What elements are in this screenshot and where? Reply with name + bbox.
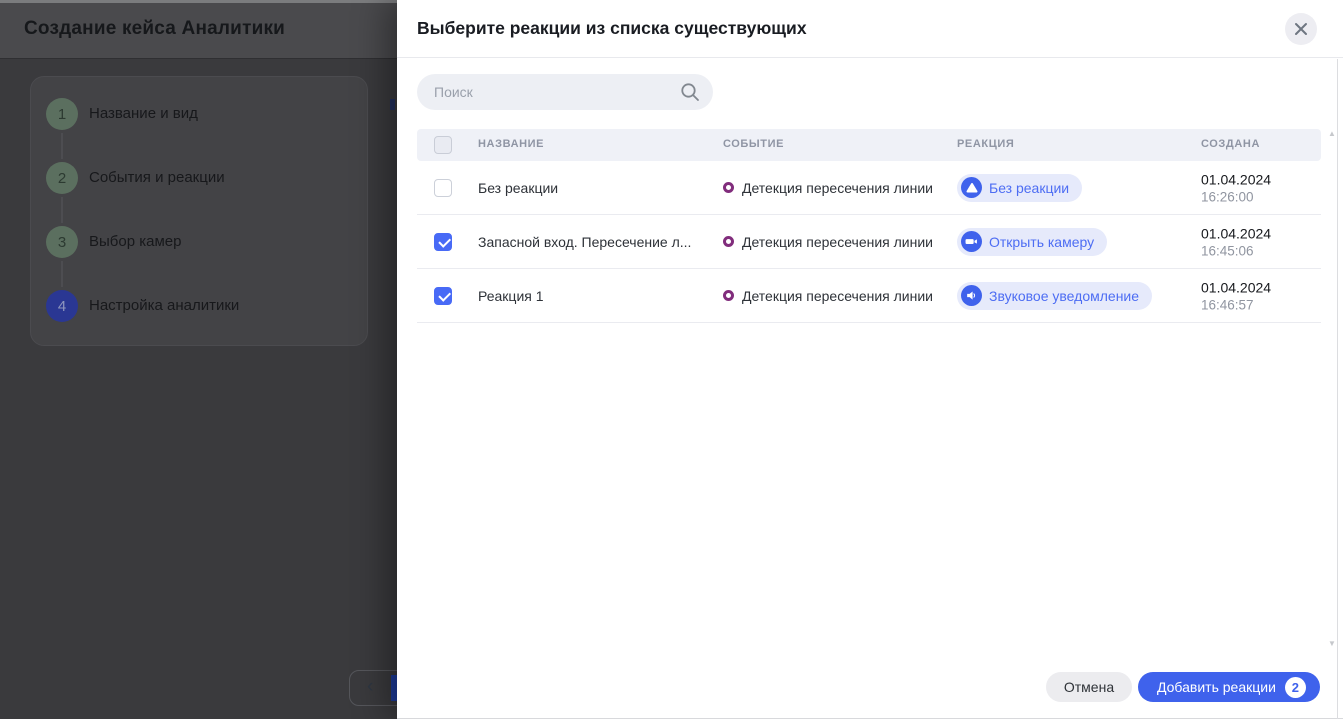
event-cell: Детекция пересечения линии: [723, 234, 933, 250]
row-checkbox[interactable]: [434, 232, 452, 251]
event-cell: Детекция пересечения линии: [723, 180, 933, 196]
reaction-name: Запасной вход. Пересечение л...: [478, 233, 692, 250]
created-date: 01.04.2024: [1201, 171, 1272, 187]
step-connector: [61, 261, 63, 287]
created-date: 01.04.2024: [1201, 279, 1272, 295]
search-field: [417, 74, 713, 110]
step-label: События и реакции: [89, 169, 225, 186]
reaction-badge: Звуковое уведомление: [957, 281, 1153, 310]
stepper-step-name-and-type[interactable]: 1 Название и вид: [31, 98, 369, 130]
reaction-badge-label: Звуковое уведомление: [989, 287, 1140, 304]
step-number-circle: 2: [46, 162, 78, 194]
row-checkbox[interactable]: [434, 286, 452, 305]
add-reactions-button[interactable]: Добавить реакции 2: [1138, 672, 1320, 702]
table-row[interactable]: Без реакции Детекция пересечения линии Б…: [417, 161, 1321, 215]
column-header-event: СОБЫТИЕ: [723, 138, 785, 150]
reaction-name: Без реакции: [478, 179, 559, 196]
add-reactions-label: Добавить реакции: [1157, 679, 1276, 695]
step-number-circle: 1: [46, 98, 78, 130]
reaction-name: Реакция 1: [478, 287, 544, 304]
step-number-circle: 3: [46, 226, 78, 258]
select-all-checkbox[interactable]: [434, 136, 452, 154]
scroll-down-icon[interactable]: ▼: [1325, 639, 1339, 648]
created-time: 16:45:06: [1201, 243, 1254, 258]
modal-header: Выберите реакции из списка существующих: [397, 0, 1343, 58]
row-checkbox[interactable]: [434, 178, 452, 197]
search-icon: [681, 83, 699, 101]
event-ring-icon: [723, 290, 734, 301]
event-ring-icon: [723, 182, 734, 193]
created-time: 16:26:00: [1201, 189, 1254, 204]
reaction-badge: Открыть камеру: [957, 227, 1108, 256]
reaction-badge-label: Без реакции: [989, 179, 1070, 196]
clipped-underlying-content: [390, 99, 395, 110]
step-label: Название и вид: [89, 105, 198, 122]
table-row[interactable]: Запасной вход. Пересечение л... Детекция…: [417, 215, 1321, 269]
scrollbar-track[interactable]: [1337, 59, 1338, 719]
search-input[interactable]: [417, 74, 713, 110]
cancel-button[interactable]: Отмена: [1046, 672, 1132, 702]
modal-title: Выберите реакции из списка существующих: [417, 18, 807, 38]
created-time: 16:46:57: [1201, 297, 1254, 312]
select-reactions-modal: Выберите реакции из списка существующих …: [397, 0, 1343, 719]
selected-count-badge: 2: [1284, 676, 1306, 698]
step-label: Настройка аналитики: [89, 297, 240, 314]
created-cell: 01.04.2024 16:26:00: [1201, 171, 1271, 204]
column-header-reaction: РЕАКЦИЯ: [957, 138, 1015, 150]
event-cell: Детекция пересечения линии: [723, 288, 933, 304]
step-label: Выбор камер: [89, 233, 182, 250]
event-label: Детекция пересечения линии: [742, 287, 934, 304]
event-label: Детекция пересечения линии: [742, 233, 934, 250]
speaker-icon: [961, 285, 982, 306]
column-header-name: НАЗВАНИЕ: [478, 138, 545, 150]
event-label: Детекция пересечения линии: [742, 179, 934, 196]
chevron-left-icon: ‹: [367, 676, 374, 697]
event-ring-icon: [723, 236, 734, 247]
stepper-step-camera-select[interactable]: 3 Выбор камер: [31, 226, 369, 258]
alert-triangle-icon: [961, 177, 982, 198]
close-icon: [1295, 23, 1307, 35]
step-connector: [61, 197, 63, 223]
created-date: 01.04.2024: [1201, 225, 1272, 241]
page-title: Создание кейса Аналитики: [24, 18, 286, 39]
created-cell: 01.04.2024 16:46:57: [1201, 279, 1271, 312]
stepper-step-analytics-settings[interactable]: 4 Настройка аналитики: [31, 290, 369, 322]
table-header: НАЗВАНИЕ СОБЫТИЕ РЕАКЦИЯ СОЗДАНА: [417, 129, 1321, 161]
close-button[interactable]: [1285, 13, 1317, 45]
reaction-badge: Без реакции: [957, 173, 1083, 202]
stepper-step-events-reactions[interactable]: 2 События и реакции: [31, 162, 369, 194]
camera-icon: [961, 231, 982, 252]
wizard-stepper-card: 1 Название и вид 2 События и реакции 3 В…: [30, 76, 368, 346]
step-connector: [61, 133, 63, 159]
table-row[interactable]: Реакция 1 Детекция пересечения линии Зву…: [417, 269, 1321, 323]
column-header-created: СОЗДАНА: [1201, 138, 1260, 150]
reaction-badge-label: Открыть камеру: [989, 233, 1095, 250]
created-cell: 01.04.2024 16:45:06: [1201, 225, 1271, 258]
app-screen: Создание кейса Аналитики 1 Название и ви…: [0, 0, 1343, 719]
scroll-up-icon[interactable]: ▲: [1325, 129, 1339, 138]
step-number-circle: 4: [46, 290, 78, 322]
